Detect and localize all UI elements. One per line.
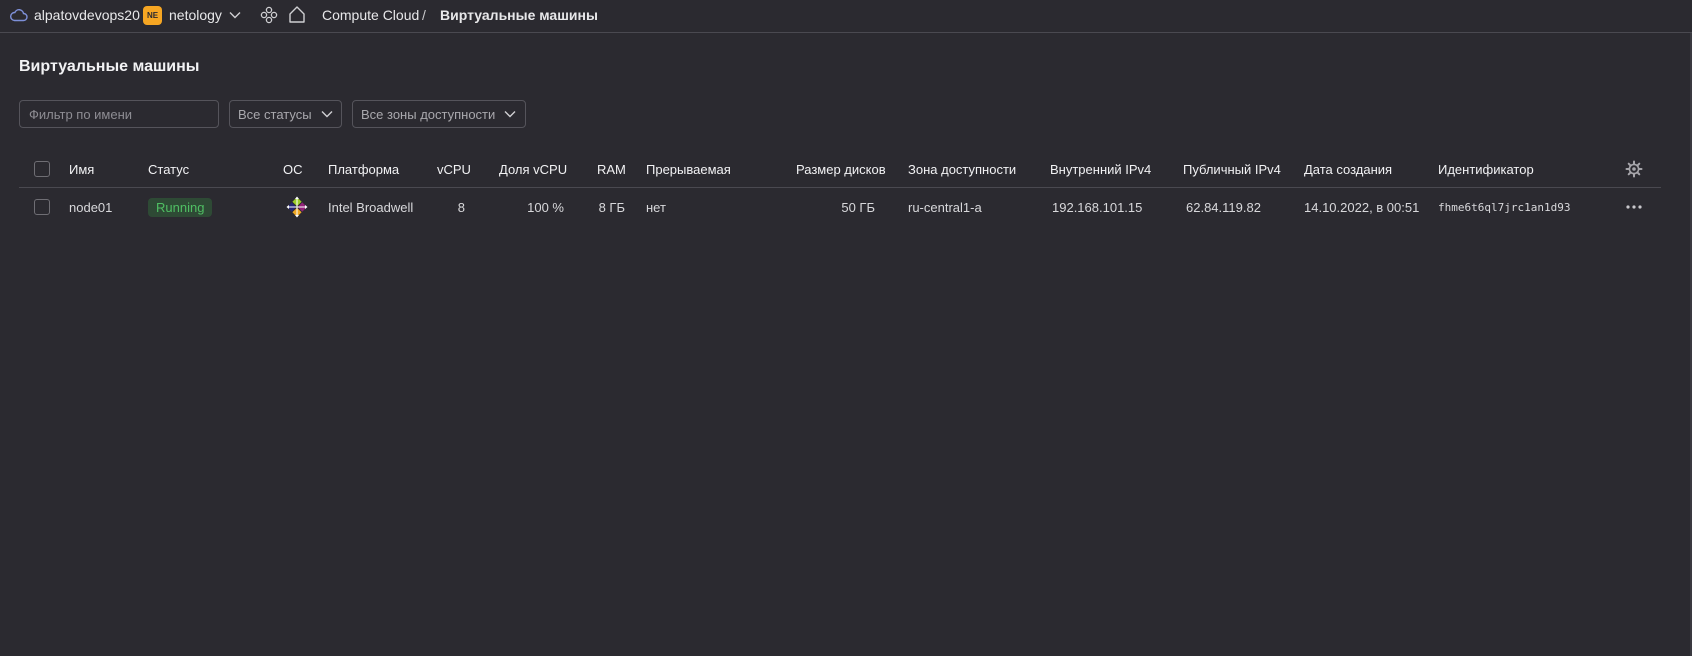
breadcrumb-current: Виртуальные машины	[440, 7, 598, 23]
disk-size-cell: 50 ГБ	[841, 199, 875, 215]
row-checkbox[interactable]	[34, 199, 50, 215]
internal-ip-cell: 192.168.101.15	[1052, 199, 1143, 215]
platform-cell: Intel Broadwell	[328, 199, 414, 215]
cloud-name[interactable]: alpatovdevops20	[34, 7, 140, 23]
row-select-cell	[34, 188, 50, 226]
zone-filter-value: Все зоны доступности	[361, 106, 496, 122]
gear-icon[interactable]	[1625, 160, 1643, 178]
vcpu-share-cell: 100 %	[527, 199, 564, 215]
table-row[interactable]: node01 Running Intel Broadwell 8 100 % 8…	[19, 188, 1661, 226]
column-header-disk-size[interactable]: Размер дисков	[796, 150, 886, 188]
column-header-id[interactable]: Идентификатор	[1438, 150, 1534, 188]
preemptible-cell: нет	[646, 199, 666, 215]
public-ip-cell: 62.84.119.82	[1186, 199, 1261, 215]
column-header-name[interactable]: Имя	[69, 150, 94, 188]
vm-name[interactable]: node01	[69, 188, 112, 226]
created-cell: 14.10.2022, в 00:51	[1304, 199, 1420, 215]
folder-badge: NE	[143, 6, 162, 25]
row-actions-cell	[1625, 188, 1643, 226]
id-cell: fhme6t6ql7jrc1an1d93	[1438, 200, 1571, 214]
status-filter-select[interactable]: Все статусы	[229, 100, 342, 128]
centos-icon	[286, 196, 308, 218]
column-header-created[interactable]: Дата создания	[1304, 150, 1392, 188]
status-badge: Running	[148, 197, 213, 217]
column-header-vcpu[interactable]: vCPU	[437, 150, 471, 188]
column-header-platform[interactable]: Платформа	[328, 150, 399, 188]
column-header-status[interactable]: Статус	[148, 150, 189, 188]
status-cell: Running	[148, 188, 213, 226]
column-header-vcpu-share[interactable]: Доля vCPU	[499, 150, 567, 188]
column-header-os[interactable]: ОС	[283, 150, 303, 188]
column-header-public-ip[interactable]: Публичный IPv4	[1183, 150, 1281, 188]
breadcrumb-compute-cloud[interactable]: Compute Cloud	[322, 7, 419, 23]
chevron-down-icon	[504, 111, 516, 118]
table-header: Имя Статус ОС Платформа vCPU Доля vCPU R…	[19, 150, 1661, 188]
zone-filter-select[interactable]: Все зоны доступности	[352, 100, 526, 128]
breadcrumb-separator: /	[422, 7, 426, 23]
select-all-checkbox[interactable]	[34, 161, 50, 177]
column-header-preemptible[interactable]: Прерываемая	[646, 150, 731, 188]
status-filter-value: Все статусы	[238, 106, 312, 122]
top-bar: alpatovdevops20 NE netology Compute Clou…	[0, 0, 1692, 33]
select-all-cell	[34, 150, 50, 188]
services-icon[interactable]	[260, 6, 278, 24]
chevron-down-icon	[321, 111, 333, 118]
column-header-ram[interactable]: RAM	[597, 150, 626, 188]
name-filter-input[interactable]	[19, 100, 219, 128]
table-settings-cell	[1625, 150, 1643, 188]
vcpu-cell: 8	[457, 199, 465, 215]
more-actions-icon[interactable]	[1625, 204, 1643, 210]
page-title: Виртуальные машины	[19, 58, 200, 75]
cloud-icon	[10, 9, 28, 22]
zone-cell: ru-central1-a	[908, 199, 982, 215]
column-header-internal-ip[interactable]: Внутренний IPv4	[1050, 150, 1151, 188]
chevron-down-icon[interactable]	[229, 11, 241, 19]
os-cell	[285, 188, 309, 226]
home-icon[interactable]	[288, 5, 306, 24]
column-header-zone[interactable]: Зона доступности	[908, 150, 1016, 188]
folder-name[interactable]: netology	[169, 7, 222, 23]
ram-cell: 8 ГБ	[598, 199, 625, 215]
